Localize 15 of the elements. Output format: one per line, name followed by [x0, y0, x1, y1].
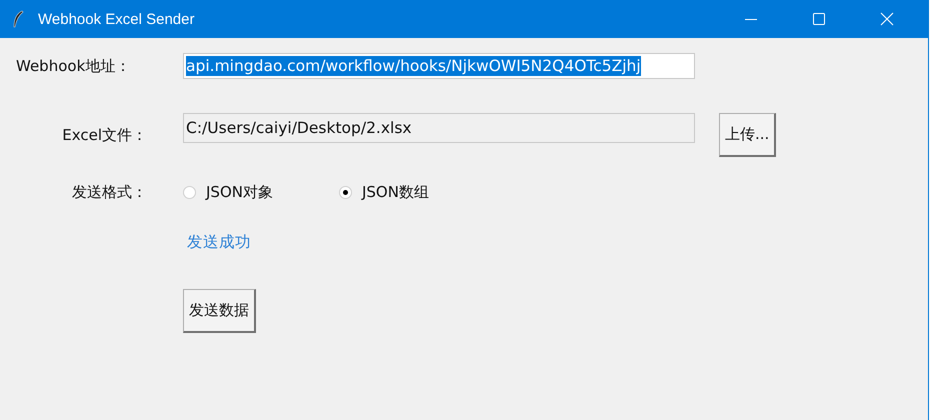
format-label: 发送格式：: [72, 183, 148, 202]
format-radio[interactable]: JSON对象: [183, 183, 273, 202]
webhook-url-field[interactable]: api.mingdao.com/workflow/hooks/NjkwOWI5N2Q4OTc5Zjhj: [183, 53, 695, 79]
maximize-icon: [812, 12, 826, 26]
excel-file-field[interactable]: C:/Users/caiyi/Desktop/2.xlsx: [183, 113, 695, 143]
status-message: 发送成功: [187, 232, 252, 253]
webhook-label: Webhook地址：: [15, 56, 132, 76]
format-radio[interactable]: JSON数组: [338, 183, 429, 202]
feather-icon: [12, 10, 24, 28]
upload-button[interactable]: 上传...: [719, 113, 776, 157]
close-icon: [880, 12, 894, 26]
minimize-icon: [745, 18, 757, 20]
send-data-button[interactable]: 发送数据: [183, 289, 256, 333]
window-title: Webhook Excel Sender: [38, 10, 196, 28]
excel-file-label: Excel文件：: [62, 126, 148, 144]
